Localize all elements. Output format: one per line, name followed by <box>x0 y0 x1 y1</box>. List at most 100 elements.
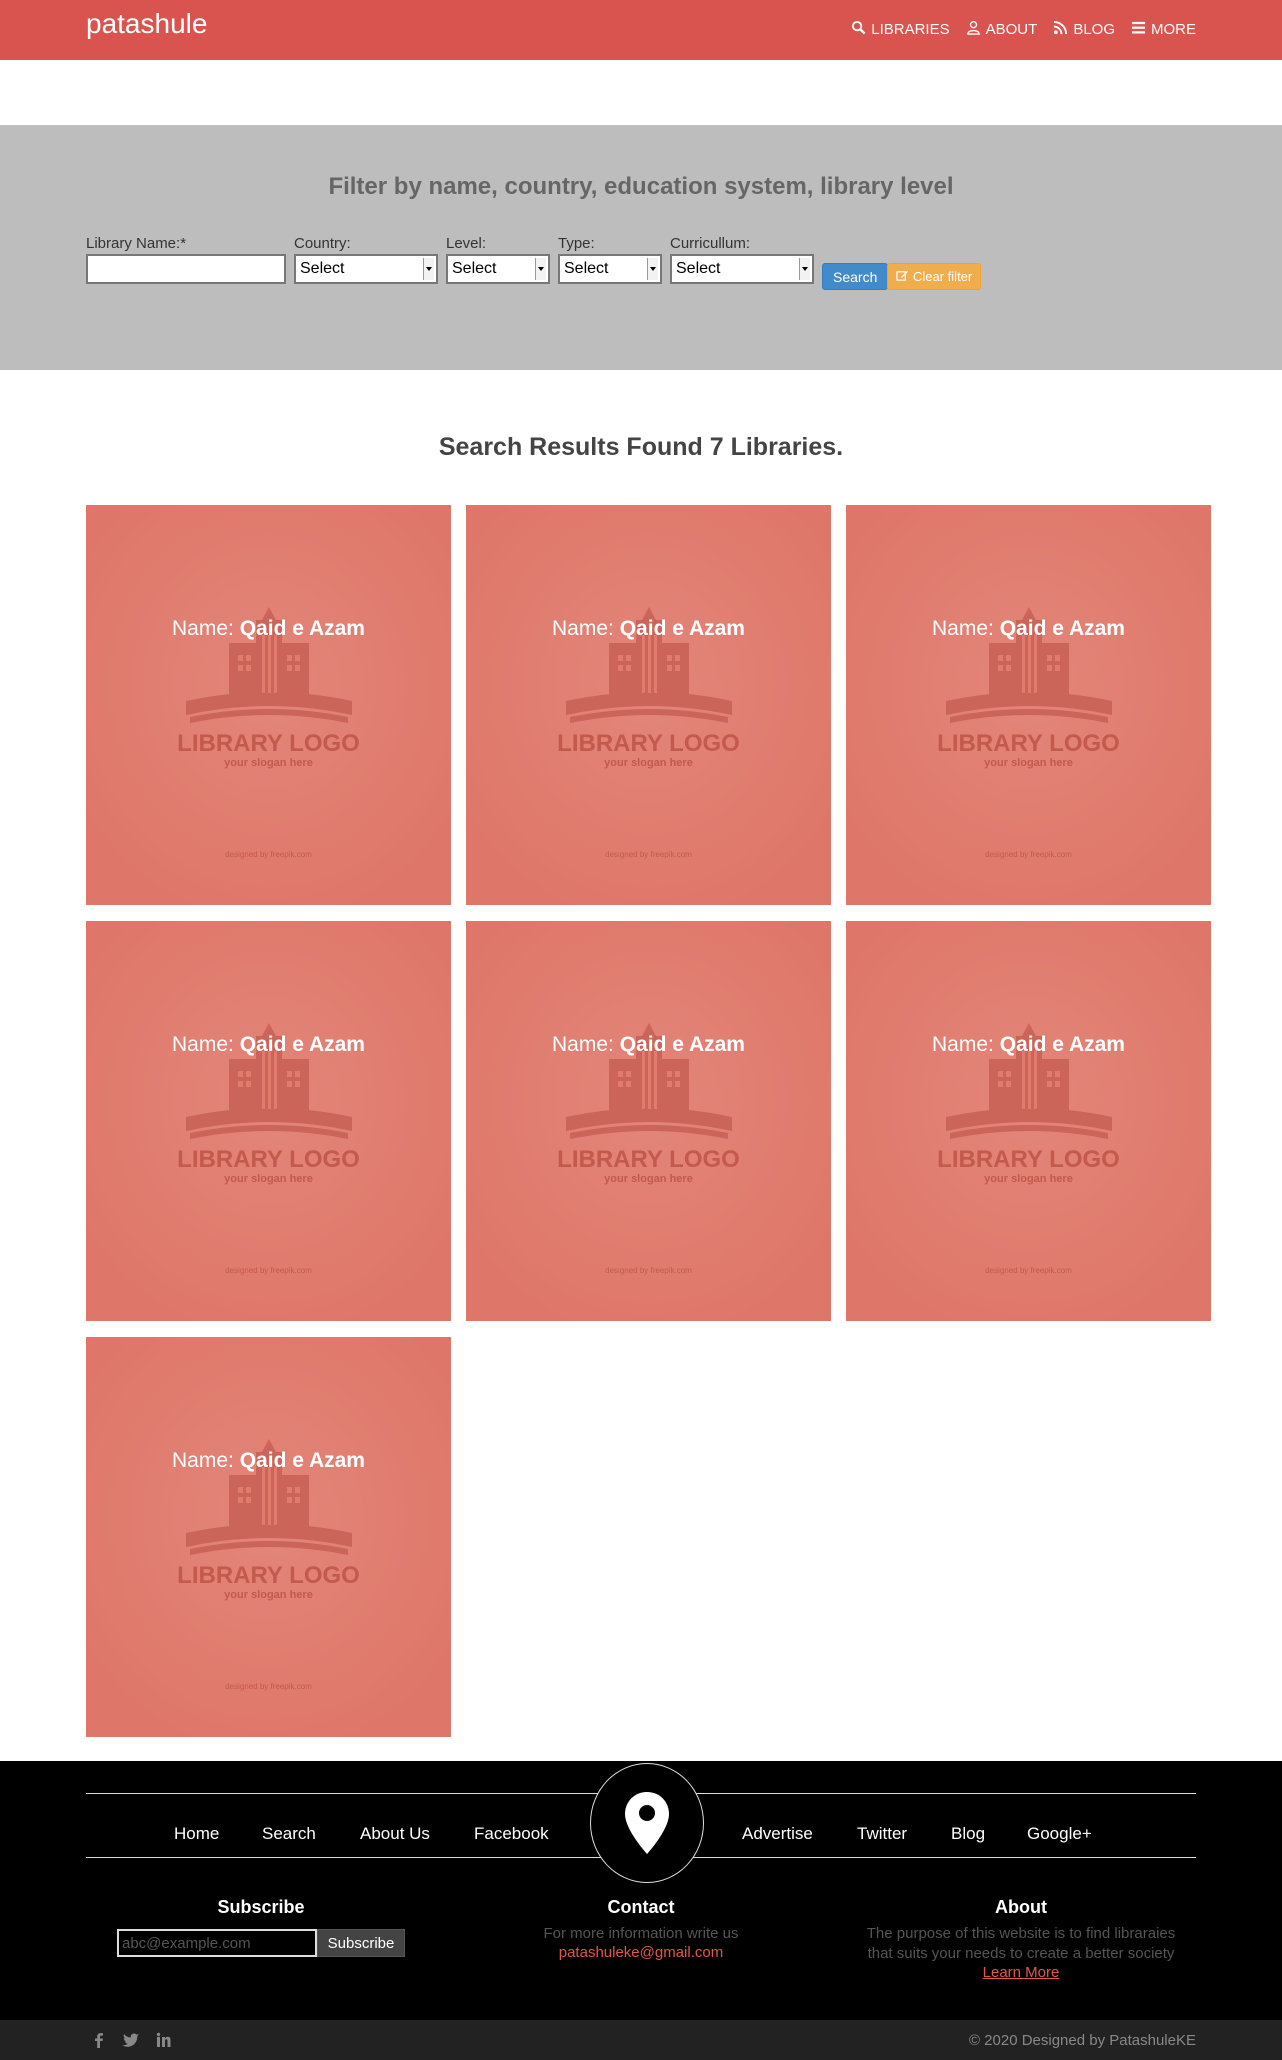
footer-link-advertise[interactable]: Advertise <box>742 1824 813 1844</box>
curriculum-select[interactable]: Select <box>670 254 814 284</box>
clear-filter-button[interactable]: Clear filter <box>887 263 982 290</box>
library-name-input[interactable] <box>86 254 286 284</box>
logo-credit: designed by freepik.com <box>225 1266 312 1275</box>
contact-text: For more information write us <box>543 1925 739 1942</box>
country-field: Country: Select <box>294 235 438 284</box>
search-button[interactable]: Search <box>822 263 889 290</box>
library-name: Name: Qaid e Azam <box>466 1033 831 1057</box>
clear-filter-label: Clear filter <box>913 269 973 284</box>
library-name: Name: Qaid e Azam <box>466 617 831 641</box>
library-name: Name: Qaid e Azam <box>846 1033 1211 1057</box>
nav-more-label: MORE <box>1151 21 1196 38</box>
facebook-icon[interactable] <box>92 2032 106 2048</box>
subscribe-section: Subscribe <box>146 1897 376 1924</box>
library-logo-icon <box>466 505 831 905</box>
name-prefix: Name: <box>172 1033 234 1056</box>
linkedin-icon[interactable] <box>156 2032 171 2048</box>
about-title: About <box>995 1897 1047 1917</box>
main-nav: LIBRARIES ABOUT BLOG MORE <box>851 20 1196 39</box>
logo-text: LIBRARY LOGO <box>557 730 740 757</box>
country-select[interactable]: Select <box>294 254 438 284</box>
contact-section: Contact For more information write us pa… <box>491 1897 791 1961</box>
learn-more-link[interactable]: Learn More <box>821 1964 1221 1981</box>
type-label: Type: <box>558 235 595 252</box>
type-select[interactable]: Select <box>558 254 662 284</box>
library-name-value: Qaid e Azam <box>239 1449 365 1472</box>
logo-slogan: your slogan here <box>224 1173 313 1185</box>
library-card[interactable]: LIBRARY LOGO your slogan here designed b… <box>86 1337 451 1737</box>
library-card[interactable]: LIBRARY LOGO your slogan here designed b… <box>86 505 451 905</box>
logo-credit: designed by freepik.com <box>225 1682 312 1691</box>
twitter-icon[interactable] <box>122 2032 140 2048</box>
footer-link-google-plus[interactable]: Google+ <box>1027 1824 1092 1844</box>
filter-title: Filter by name, country, education syste… <box>328 173 954 200</box>
user-icon <box>966 20 981 39</box>
library-card[interactable]: LIBRARY LOGO your slogan here designed b… <box>846 921 1211 1321</box>
library-card[interactable]: LIBRARY LOGO your slogan here designed b… <box>466 505 831 905</box>
footer-link-about-us[interactable]: About Us <box>360 1824 430 1844</box>
logo-text: LIBRARY LOGO <box>937 1146 1120 1173</box>
library-name-value: Qaid e Azam <box>239 1033 365 1056</box>
location-pin-icon <box>625 1792 669 1854</box>
search-icon <box>851 20 866 39</box>
chevron-down-icon <box>423 258 434 280</box>
about-text-line1: The purpose of this website is to find l… <box>866 1925 1176 1942</box>
footer-link-home[interactable]: Home <box>174 1824 219 1844</box>
curriculum-field: Curricullum: Select <box>670 235 814 284</box>
name-prefix: Name: <box>932 1033 994 1056</box>
brand-logo[interactable]: patashule <box>86 8 207 40</box>
library-name: Name: Qaid e Azam <box>86 1449 451 1473</box>
logo-text: LIBRARY LOGO <box>557 1146 740 1173</box>
subscribe-button[interactable]: Subscribe <box>317 1929 405 1957</box>
about-section: About The purpose of this website is to … <box>821 1897 1221 1981</box>
nav-blog[interactable]: BLOG <box>1053 20 1115 39</box>
results-title: Search Results Found 7 Libraries. <box>438 433 844 461</box>
library-card[interactable]: LIBRARY LOGO your slogan here designed b… <box>466 921 831 1321</box>
logo-credit: designed by freepik.com <box>985 850 1072 859</box>
nav-libraries[interactable]: LIBRARIES <box>851 20 950 39</box>
library-logo-icon <box>86 505 451 905</box>
location-pin-badge <box>590 1763 704 1883</box>
contact-email-link[interactable]: patashuleke@gmail.com <box>491 1944 791 1961</box>
nav-blog-label: BLOG <box>1073 21 1115 38</box>
curriculum-label: Curricullum: <box>670 235 751 252</box>
subscribe-title: Subscribe <box>217 1897 305 1917</box>
menu-icon <box>1131 20 1146 39</box>
subscribe-email-input[interactable]: abc@example.com <box>117 1929 317 1957</box>
library-name-value: Qaid e Azam <box>239 617 365 640</box>
logo-slogan: your slogan here <box>224 757 313 769</box>
library-name: Name: Qaid e Azam <box>846 617 1211 641</box>
nav-more[interactable]: MORE <box>1131 20 1196 39</box>
curriculum-select-value: Select <box>676 260 721 277</box>
country-select-value: Select <box>300 260 345 277</box>
contact-title: Contact <box>607 1897 675 1917</box>
chevron-down-icon <box>535 258 546 280</box>
logo-slogan: your slogan here <box>224 1589 313 1601</box>
logo-credit: designed by freepik.com <box>605 1266 692 1275</box>
name-prefix: Name: <box>172 1449 234 1472</box>
type-select-value: Select <box>564 260 609 277</box>
about-text-line2: that suits your needs to create a better… <box>867 1945 1175 1962</box>
logo-text: LIBRARY LOGO <box>177 730 360 757</box>
footer-link-search[interactable]: Search <box>262 1824 316 1844</box>
library-card[interactable]: LIBRARY LOGO your slogan here designed b… <box>86 921 451 1321</box>
level-select-value: Select <box>452 260 497 277</box>
footer-link-twitter[interactable]: Twitter <box>857 1824 907 1844</box>
library-logo-icon <box>846 921 1211 1321</box>
library-name-label: Library Name:* <box>86 235 187 252</box>
name-prefix: Name: <box>172 617 234 640</box>
library-name-value: Qaid e Azam <box>999 617 1125 640</box>
logo-slogan: your slogan here <box>984 1173 1073 1185</box>
library-card[interactable]: LIBRARY LOGO your slogan here designed b… <box>846 505 1211 905</box>
footer-link-blog[interactable]: Blog <box>951 1824 985 1844</box>
nav-about[interactable]: ABOUT <box>966 20 1037 39</box>
library-name-value: Qaid e Azam <box>999 1033 1125 1056</box>
footer-link-facebook[interactable]: Facebook <box>474 1824 549 1844</box>
logo-text: LIBRARY LOGO <box>177 1562 360 1589</box>
nav-libraries-label: LIBRARIES <box>871 21 950 38</box>
copyright-text: © 2020 Designed by PatashuleKE <box>968 2032 1196 2049</box>
library-name-field: Library Name:* <box>86 235 286 284</box>
level-select[interactable]: Select <box>446 254 550 284</box>
logo-credit: designed by freepik.com <box>985 1266 1072 1275</box>
library-logo-icon <box>86 921 451 1321</box>
